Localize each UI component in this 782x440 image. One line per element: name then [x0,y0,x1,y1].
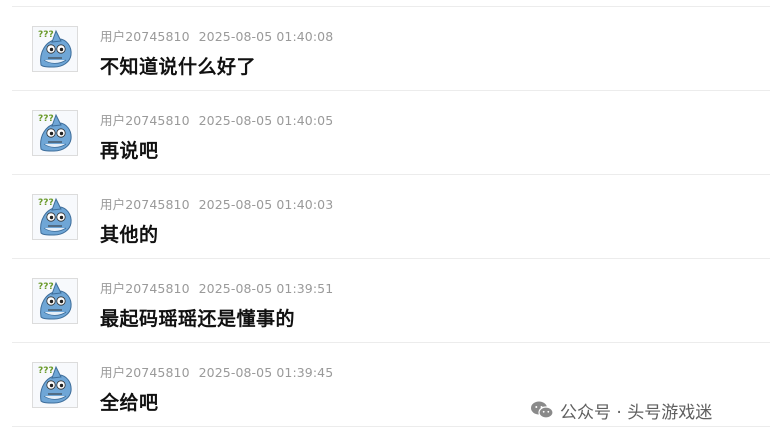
username[interactable]: 用户20745810 [100,113,190,128]
username[interactable]: 用户20745810 [100,197,190,212]
shark-cartoon-icon: ??? [38,197,72,236]
avatar[interactable]: ??? [32,110,78,156]
comment-text: 全给吧 [100,392,159,414]
comment-item: ??? 用户20745810 2025-08-05 01:40:08 不知道说什么… [0,7,782,91]
timestamp: 2025-08-05 01:40:03 [198,197,334,212]
avatar[interactable]: ??? [32,194,78,240]
watermark-text: 公众号 · 头号游戏迷 [560,402,713,423]
avatar[interactable]: ??? [32,278,78,324]
svg-text:???: ??? [38,198,54,208]
comment-item: ??? 用户20745810 2025-08-05 01:40:03 其他的 [0,175,782,259]
shark-cartoon-icon: ??? [38,113,72,152]
avatar[interactable]: ??? [32,26,78,72]
username[interactable]: 用户20745810 [100,365,190,380]
comment-item: ??? 用户20745810 2025-08-05 01:39:51 最起码瑶瑶还… [0,259,782,343]
comment-text: 其他的 [100,224,159,246]
shark-cartoon-icon: ??? [38,29,72,68]
svg-text:???: ??? [38,30,54,40]
watermark: 公众号 · 头号游戏迷 [530,397,712,423]
comment-text: 再说吧 [100,140,159,162]
username[interactable]: 用户20745810 [100,29,190,44]
comment-meta: 用户20745810 2025-08-05 01:40:08 [100,26,333,45]
username[interactable]: 用户20745810 [100,281,190,296]
svg-text:???: ??? [38,366,54,376]
timestamp: 2025-08-05 01:39:45 [198,365,334,380]
svg-text:???: ??? [38,114,54,124]
shark-cartoon-icon: ??? [38,365,72,404]
timestamp: 2025-08-05 01:39:51 [198,281,334,296]
avatar[interactable]: ??? [32,362,78,408]
svg-text:???: ??? [38,282,54,292]
comment-text: 最起码瑶瑶还是懂事的 [100,308,296,330]
comment-meta: 用户20745810 2025-08-05 01:40:03 [100,194,333,213]
comment-text: 不知道说什么好了 [100,56,257,78]
comment-meta: 用户20745810 2025-08-05 01:39:51 [100,278,333,297]
divider [12,426,770,427]
wechat-icon [531,401,554,419]
comment-meta: 用户20745810 2025-08-05 01:40:05 [100,110,333,129]
timestamp: 2025-08-05 01:40:08 [198,29,334,44]
timestamp: 2025-08-05 01:40:05 [198,113,334,128]
comment-item: ??? 用户20745810 2025-08-05 01:40:05 再说吧 [0,91,782,175]
comment-meta: 用户20745810 2025-08-05 01:39:45 [100,362,333,381]
shark-cartoon-icon: ??? [38,281,72,320]
